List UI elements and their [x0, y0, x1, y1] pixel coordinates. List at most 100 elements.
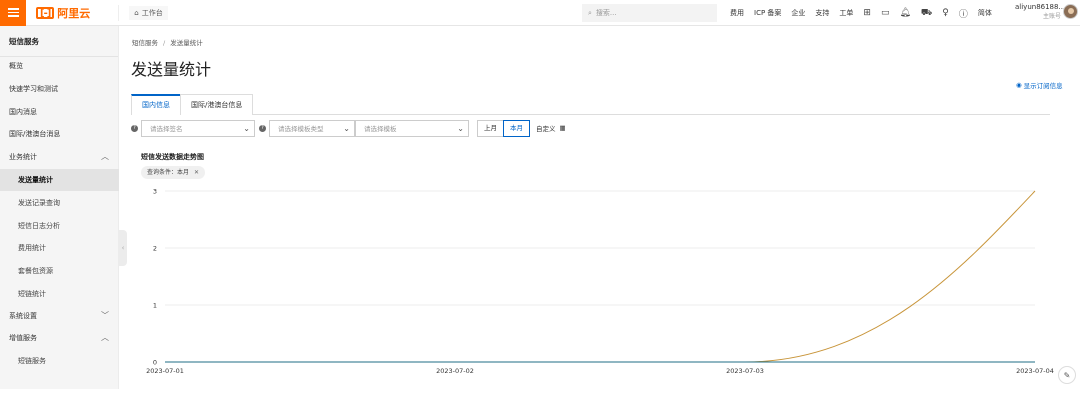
sidebar-item[interactable]: 快速学习和测试: [0, 78, 119, 100]
sidebar-item[interactable]: 增值服务 ︿: [0, 327, 119, 349]
sidebar-item[interactable]: 国内消息: [0, 101, 119, 123]
nav-support[interactable]: 支持: [815, 8, 829, 18]
sidebar-item[interactable]: 国际/港澳台消息: [0, 123, 119, 145]
chevron-down-icon: ⌄: [343, 123, 350, 133]
aliyun-logo[interactable]: [-] 阿里云: [36, 5, 90, 21]
user-role: 主账号: [1042, 13, 1061, 20]
help-icon[interactable]: ?: [131, 124, 138, 132]
x-tick-label: 2023-07-01: [146, 367, 184, 375]
help-icon[interactable]: ?: [259, 124, 266, 132]
cloud-shell-icon[interactable]: ⊞: [863, 8, 871, 18]
avatar[interactable]: [1063, 4, 1078, 19]
chevron-up-icon: ︿: [101, 152, 109, 161]
breadcrumb: 短信服务 / 发送量统计: [132, 37, 203, 47]
sidebar-item-label: 套餐包资源: [18, 267, 53, 275]
chart-title: 短信发送数据走势图: [141, 153, 204, 161]
sidebar-item-label: 国际/港澳台消息: [9, 130, 61, 138]
chevron-down-icon: ⌄: [243, 123, 250, 133]
sidebar-item-label: 发送量统计: [18, 176, 53, 184]
show-subscription-label: 显示订阅信息: [1023, 82, 1063, 90]
sidebar-item-label: 发送记录查询: [18, 199, 60, 207]
sidebar-item-label: 费用统计: [18, 244, 46, 252]
tab-international[interactable]: 国际/港澳台信息: [180, 94, 254, 115]
sidebar-item-label: 概览: [9, 62, 23, 70]
sidebar-item[interactable]: 短链统计: [0, 283, 119, 305]
sidebar-item-label: 短信日志分析: [18, 222, 60, 230]
breadcrumb-separator: /: [163, 39, 166, 47]
sidebar-item-label: 增值服务: [9, 334, 37, 342]
bell-icon[interactable]: 🔔︎: [899, 8, 910, 18]
language-switch[interactable]: 简体: [978, 8, 992, 18]
custom-date-label: 自定义: [536, 125, 556, 133]
menu-icon[interactable]: [0, 0, 26, 26]
show-subscription-link[interactable]: ◉ 显示订阅信息: [1016, 80, 1063, 90]
nav-ticket[interactable]: 工单: [839, 8, 853, 18]
help-icon[interactable]: ⓘ: [959, 7, 968, 20]
sidebar-item[interactable]: 发送量统计: [0, 169, 119, 191]
cart-icon[interactable]: ⛟: [921, 8, 932, 19]
breadcrumb-item[interactable]: 短信服务: [132, 39, 158, 47]
eye-icon: ◉: [1016, 81, 1022, 89]
workbench-button[interactable]: ⌂ 工作台: [129, 5, 168, 20]
x-tick-label: 2023-07-03: [726, 367, 764, 375]
page-title: 发送量统计: [131, 60, 212, 79]
top-nav: 费用 ICP 备案 企业 支持 工单 ⊞ ▭ 🔔︎ ⛟ ♀ ⓘ 简体: [730, 0, 992, 26]
search-icon: ⌕: [588, 8, 592, 17]
tab-domestic[interactable]: 国内信息: [131, 94, 181, 115]
sidebar-item[interactable]: 系统设置 ﹀: [0, 305, 119, 327]
last-month-button[interactable]: 上月: [477, 119, 504, 137]
calendar-icon: ▦: [559, 124, 566, 132]
search-placeholder: 搜索...: [595, 9, 617, 17]
workbench-area: ⌂ 工作台: [118, 4, 168, 21]
collapse-sidebar-button[interactable]: ‹: [119, 230, 127, 266]
sidebar-item-label: 短链统计: [18, 290, 46, 298]
sidebar-item[interactable]: 短链服务: [0, 350, 119, 372]
template-select[interactable]: 请选择模板 ⌄: [355, 119, 469, 137]
sign-select-placeholder: 请选择签名: [150, 125, 183, 133]
sidebar-title: 短信服务: [0, 26, 118, 57]
y-tick-label: 3: [153, 188, 157, 196]
sidebar-item[interactable]: 费用统计: [0, 237, 119, 259]
lightbulb-icon[interactable]: ♀: [942, 8, 949, 18]
x-tick-label: 2023-07-04: [1016, 367, 1054, 375]
x-tick-label: 2023-07-02: [436, 367, 474, 375]
period-toggle: 上月 本月: [477, 119, 530, 137]
sidebar-item[interactable]: 发送记录查询: [0, 192, 119, 214]
template-type-select[interactable]: 请选择模板类型 ⌄: [269, 119, 355, 137]
user-info[interactable]: aliyun86188... 主账号: [1015, 3, 1066, 21]
trend-chart: 0 1 2 3 2023-07-01 2023-07-02 2023-07-03 2023-0…: [146, 188, 1054, 376]
main-content: 短信服务 / 发送量统计 发送量统计 ◉ 显示订阅信息 国内信息 国际/港澳台信息 …: [130, 26, 1080, 389]
this-month-button[interactable]: 本月: [503, 119, 530, 137]
logo-mark: [-]: [36, 6, 55, 19]
template-type-placeholder: 请选择模板类型: [278, 125, 324, 133]
nav-icp[interactable]: ICP 备案: [754, 8, 781, 18]
sidebar-item-label: 短链服务: [18, 357, 46, 365]
y-tick-label: 0: [153, 359, 157, 367]
sidebar-item-label: 国内消息: [9, 108, 37, 116]
home-icon: ⌂: [134, 8, 139, 17]
filter-bar: ? 请选择签名 ⌄ ? 请选择模板类型 ⌄ 请选择模板 ⌄ 上月 本月 自定义 …: [131, 119, 566, 137]
sidebar-item[interactable]: 短信日志分析: [0, 215, 119, 237]
workbench-label: 工作台: [141, 8, 163, 17]
sidebar-item-label: 系统设置: [9, 312, 37, 320]
series-line: [744, 190, 1036, 363]
sidebar-item-label: 业务统计: [9, 153, 37, 161]
message-icon[interactable]: ▭: [881, 8, 890, 18]
nav-enterprise[interactable]: 企业: [791, 8, 805, 18]
y-tick-label: 2: [153, 245, 157, 253]
sidebar-item-label: 快速学习和测试: [9, 85, 58, 93]
search-input[interactable]: ⌕ 搜索...: [582, 4, 717, 22]
sidebar-item[interactable]: 概览: [0, 55, 119, 77]
chevron-down-icon: ⌄: [457, 123, 464, 133]
sidebar-item[interactable]: 业务统计 ︿: [0, 146, 119, 168]
sidebar: 短信服务 概览快速学习和测试 国内消息国际/港澳台消息 业务统计 ︿ 发送量统计发送记录…: [0, 26, 119, 389]
edit-icon[interactable]: ✎: [1058, 366, 1076, 384]
sidebar-item[interactable]: 套餐包资源: [0, 260, 119, 282]
user-name: aliyun86188...: [1015, 3, 1066, 11]
nav-fees[interactable]: 费用: [730, 8, 744, 18]
sign-select[interactable]: 请选择签名 ⌄: [141, 119, 255, 137]
region-tabs: 国内信息 国际/港澳台信息: [131, 94, 1050, 115]
custom-date-button[interactable]: 自定义 ▦: [536, 123, 566, 133]
breadcrumb-current: 发送量统计: [170, 39, 203, 47]
template-placeholder: 请选择模板: [364, 125, 397, 133]
